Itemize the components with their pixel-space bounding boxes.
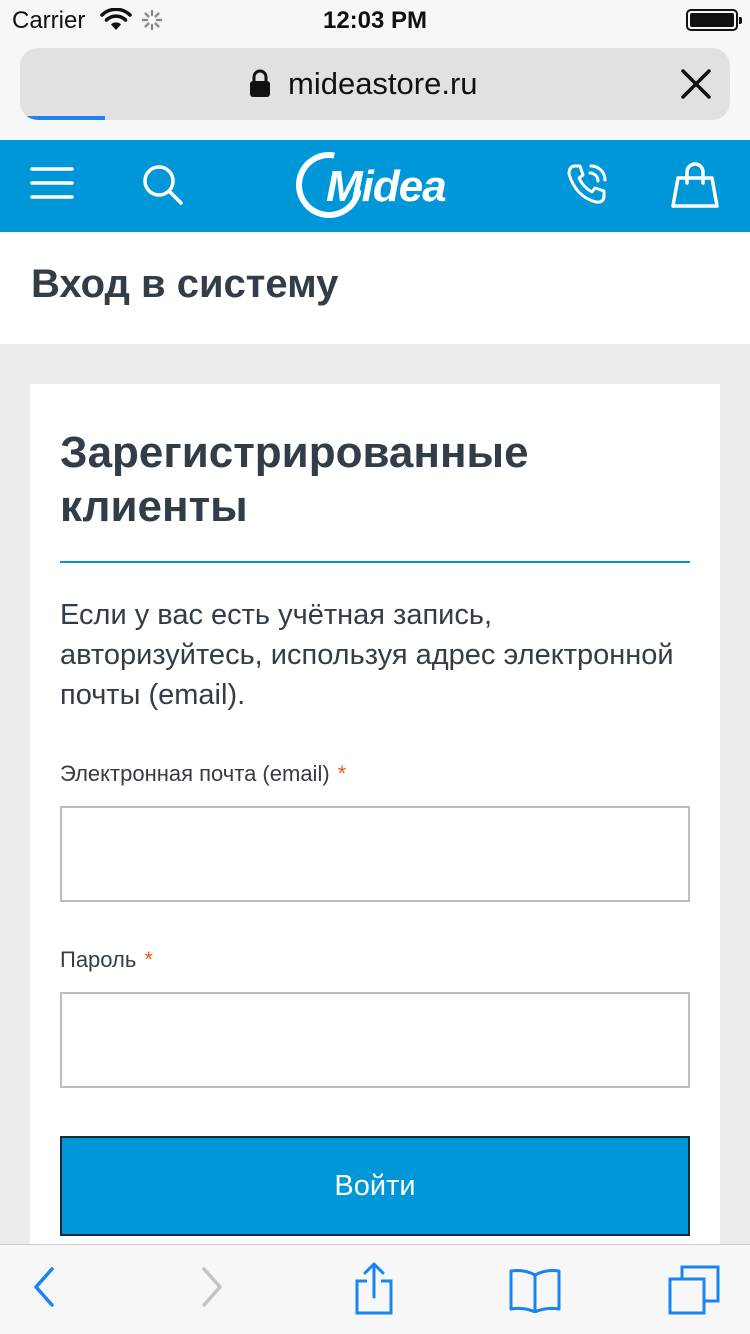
back-icon[interactable]	[32, 1265, 56, 1309]
page-title: Вход в систему	[31, 262, 339, 306]
email-field[interactable]	[60, 806, 690, 902]
password-field[interactable]	[60, 992, 690, 1088]
required-asterisk: *	[144, 947, 153, 972]
url-text[interactable]: mideastore.ru	[288, 66, 478, 102]
cart-bag-icon[interactable]	[670, 160, 720, 208]
lock-icon	[250, 69, 270, 97]
forward-icon[interactable]	[200, 1265, 224, 1309]
midea-logo[interactable]: Midea	[283, 139, 461, 231]
status-bar: Carrier 12:03 PM	[0, 0, 750, 40]
clock-label: 12:03 PM	[322, 7, 428, 34]
browser-toolbar	[0, 1244, 750, 1334]
search-icon[interactable]	[142, 164, 184, 206]
required-asterisk: *	[337, 761, 347, 786]
page-title-band: Вход в систему	[0, 232, 750, 344]
login-card: Зарегистрированные клиенты Если у вас ес…	[30, 384, 720, 1284]
login-button[interactable]: Войти	[60, 1136, 690, 1236]
email-label: Электронная почта (email) *	[60, 761, 347, 786]
share-icon[interactable]	[354, 1261, 394, 1315]
login-intro-text: Если у вас есть учётная запись, авторизу…	[60, 599, 674, 711]
password-label: Пароль *	[60, 947, 153, 972]
page-load-progress	[20, 116, 106, 120]
site-header: Midea	[0, 139, 750, 232]
tabs-icon[interactable]	[668, 1265, 720, 1315]
phone-icon[interactable]	[565, 162, 609, 206]
login-heading: Зарегистрированные клиенты	[60, 428, 529, 531]
address-bar[interactable]: mideastore.ru	[20, 48, 730, 120]
battery-icon	[686, 9, 742, 31]
browser-address-area: mideastore.ru	[0, 40, 750, 140]
stop-loading-icon[interactable]	[680, 68, 712, 100]
bookmarks-icon[interactable]	[508, 1267, 562, 1313]
heading-divider	[60, 561, 690, 563]
menu-icon[interactable]	[30, 166, 74, 200]
